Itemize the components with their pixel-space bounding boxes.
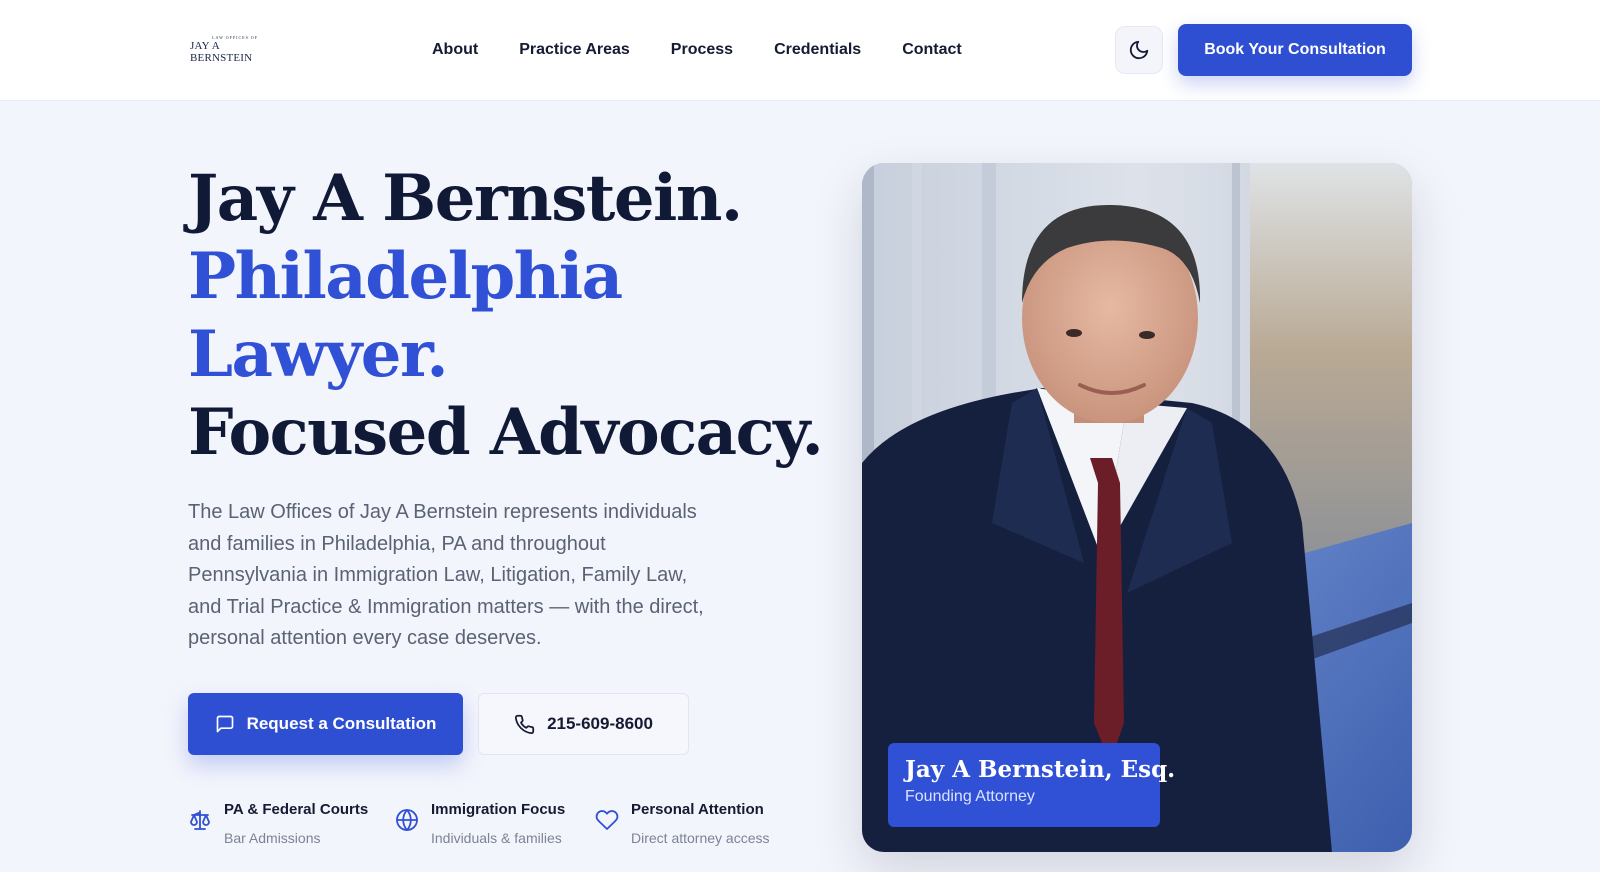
- globe-icon: [396, 809, 418, 831]
- feature-title: PA & Federal Courts: [224, 801, 369, 818]
- nav-link-about[interactable]: About: [432, 38, 478, 62]
- attorney-photo-card: Jay A Bernstein, Esq. Founding Attorney: [862, 163, 1412, 852]
- phone-icon: [515, 714, 535, 734]
- feature-subtitle: Individuals & families: [431, 830, 562, 846]
- main-nav: About Practice Areas Process Credentials…: [432, 38, 962, 62]
- attorney-name: Jay A Bernstein, Esq.: [905, 756, 1176, 783]
- nav-link-contact[interactable]: Contact: [902, 38, 962, 62]
- scales-icon: [190, 810, 210, 830]
- heart-icon: [595, 810, 619, 830]
- feature-subtitle: Bar Admissions: [224, 830, 321, 846]
- hero-description: The Law Offices of Jay A Bernstein repre…: [188, 501, 704, 649]
- book-consultation-button[interactable]: Book Your Consultation: [1178, 24, 1412, 76]
- logo-name: JAY A BERNSTEIN: [190, 39, 253, 64]
- nav-link-credentials[interactable]: Credentials: [774, 38, 861, 62]
- feature-item: Immigration Focus Individuals & families: [395, 800, 595, 848]
- hero-headline: Jay A Bernstein. Philadelphia Lawyer. Fo…: [188, 160, 828, 472]
- feature-item: Personal Attention Direct attorney acces…: [595, 800, 795, 848]
- chat-icon: [216, 715, 233, 733]
- site-header: LAW OFFICES OF JAY A BERNSTEIN About Pra…: [0, 0, 1600, 100]
- feature-subtitle: Direct attorney access: [631, 830, 770, 846]
- feature-list: PA & Federal Courts Bar Admissions Immig…: [188, 800, 795, 848]
- request-consultation-label: Request a Consultation: [246, 714, 437, 733]
- request-consultation-button[interactable]: Request a Consultation: [188, 693, 463, 755]
- feature-title: Personal Attention: [631, 801, 764, 818]
- headline-line-3: Lawyer.: [188, 317, 449, 392]
- feature-title: Immigration Focus: [431, 801, 566, 818]
- phone-number: 215-609-8600: [547, 714, 653, 733]
- nav-link-process[interactable]: Process: [671, 38, 733, 62]
- attorney-role: Founding Attorney: [905, 788, 1035, 805]
- feature-item: PA & Federal Courts Bar Admissions: [188, 800, 395, 848]
- theme-toggle-button[interactable]: [1115, 26, 1163, 74]
- nav-link-practice-areas[interactable]: Practice Areas: [519, 38, 630, 62]
- moon-icon: [1129, 40, 1149, 60]
- headline-line-4: Focused Advocacy.: [188, 395, 824, 470]
- headline-line-2: Philadelphia: [188, 239, 623, 314]
- phone-button[interactable]: 215-609-8600: [478, 693, 689, 755]
- headline-line-1: Jay A Bernstein.: [188, 161, 743, 236]
- firm-logo[interactable]: LAW OFFICES OF JAY A BERNSTEIN: [190, 35, 280, 64]
- attorney-name-badge: Jay A Bernstein, Esq. Founding Attorney: [888, 743, 1176, 827]
